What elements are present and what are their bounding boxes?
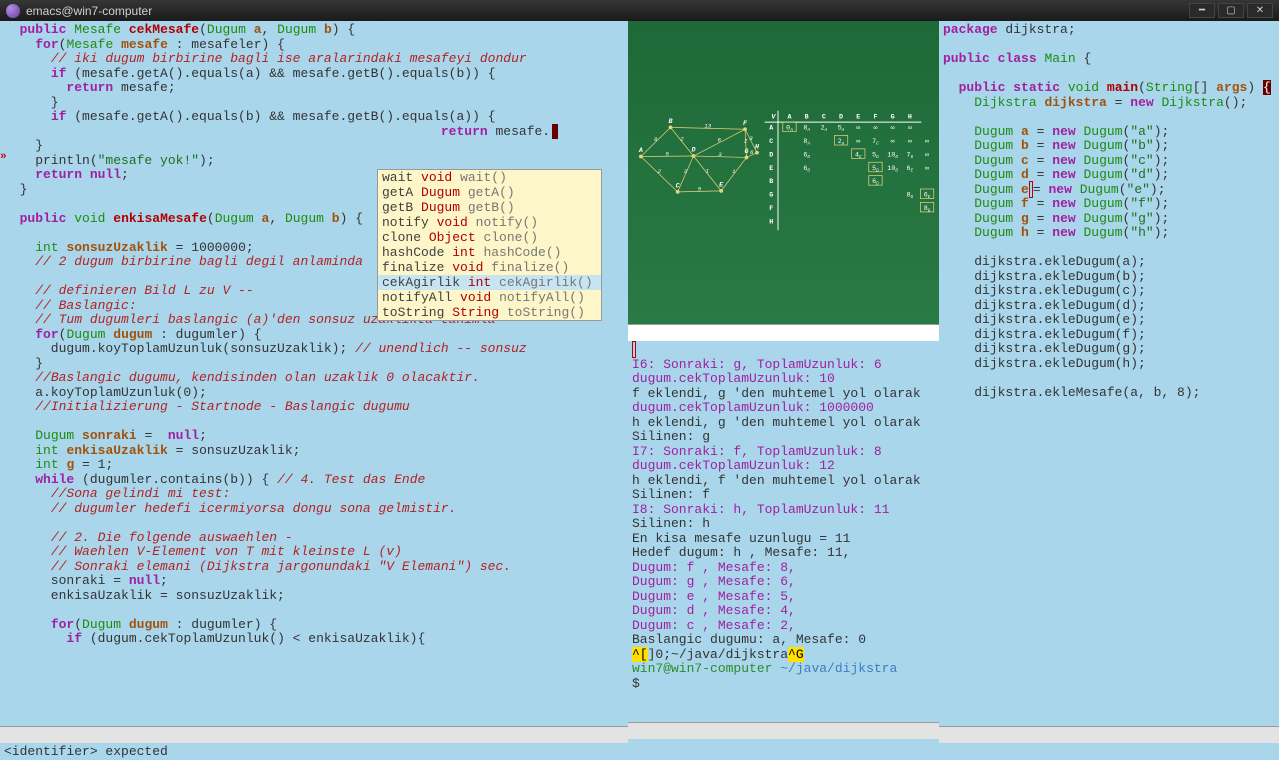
svg-text:8A: 8A	[803, 138, 810, 146]
code-editor-left[interactable]: public Mesafe cekMesafe(Dugum a, Dugum b…	[0, 21, 628, 649]
svg-text:7D: 7D	[907, 151, 914, 159]
svg-text:H: H	[769, 218, 773, 226]
svg-text:F: F	[873, 113, 877, 121]
completion-item[interactable]: notifyAll void notifyAll()	[378, 290, 601, 305]
minibuffer[interactable]: <identifier> expected	[0, 743, 1279, 760]
left-modeline: -(Unix)**- Dijkstra.java 22% (52,71) (Ja…	[0, 726, 628, 743]
svg-text:1: 1	[732, 168, 735, 175]
svg-text:H: H	[908, 113, 912, 121]
svg-text:∞: ∞	[908, 138, 912, 146]
window-title: emacs@win7-computer	[26, 4, 152, 18]
completion-item[interactable]: notify void notify()	[378, 215, 601, 230]
svg-text:6E: 6E	[907, 165, 914, 173]
svg-text:A: A	[769, 125, 773, 133]
svg-text:2: 2	[658, 168, 662, 175]
svg-text:∞: ∞	[891, 138, 895, 146]
svg-text:B: B	[769, 178, 773, 186]
svg-text:F: F	[769, 205, 773, 213]
svg-text:2: 2	[744, 137, 748, 144]
minimize-button[interactable]: ━	[1189, 3, 1215, 18]
svg-text:D: D	[769, 151, 773, 159]
svg-text:5D: 5D	[872, 151, 879, 159]
svg-text:8A: 8A	[803, 125, 810, 133]
svg-text:5A: 5A	[838, 125, 845, 133]
svg-text:7C: 7C	[872, 138, 879, 146]
svg-text:3: 3	[749, 135, 753, 142]
svg-text:∞: ∞	[925, 165, 929, 173]
window-controls: ━ ▢ ✕	[1189, 3, 1273, 18]
svg-text:B: B	[805, 113, 809, 121]
svg-text:2A: 2A	[821, 125, 828, 133]
titlebar: emacs@win7-computer ━ ▢ ✕	[0, 0, 1279, 21]
svg-text:H: H	[755, 143, 760, 151]
completion-item[interactable]: getB Dugum getB()	[378, 200, 601, 215]
emacs-icon	[6, 4, 20, 18]
svg-text:6D: 6D	[803, 165, 810, 173]
svg-text:6: 6	[718, 137, 722, 144]
svg-text:G: G	[744, 148, 748, 156]
completion-item[interactable]: clone Object clone()	[378, 230, 601, 245]
svg-text:∞: ∞	[856, 125, 860, 133]
svg-text:∞: ∞	[908, 125, 912, 133]
svg-text:8: 8	[654, 136, 658, 143]
svg-text:1: 1	[706, 168, 709, 175]
svg-text:6: 6	[750, 149, 754, 156]
svg-text:C: C	[769, 138, 773, 146]
svg-text:F: F	[743, 120, 748, 128]
completion-item[interactable]: hashCode int hashCode()	[378, 245, 601, 260]
code-editor-right[interactable]: package dijkstra; public class Main { pu…	[939, 21, 1279, 402]
completion-item[interactable]: wait void wait()	[378, 170, 601, 185]
svg-text:G: G	[891, 113, 895, 121]
svg-text:13: 13	[704, 122, 711, 129]
completion-item[interactable]: toString String toString()	[378, 305, 601, 320]
svg-text:2: 2	[680, 136, 684, 143]
svg-text:∞: ∞	[873, 125, 877, 133]
graph-modeline: (Unix)--- dijkstra_.png All (295,414) (I…	[628, 324, 939, 341]
svg-text:G: G	[769, 192, 773, 200]
svg-text:A: A	[787, 113, 791, 121]
graph-image-pane: 825213251631236ABCDEFGHVABCDEFGHA0A8A2A5…	[628, 21, 939, 324]
svg-text:∞: ∞	[891, 125, 895, 133]
svg-text:10D: 10D	[887, 151, 898, 159]
svg-text:5: 5	[665, 150, 669, 157]
svg-text:∞: ∞	[925, 138, 929, 146]
completion-item[interactable]: cekAgirlik int cekAgirlik()	[378, 275, 601, 290]
svg-text:C: C	[822, 113, 826, 121]
svg-text:6D: 6D	[803, 151, 810, 159]
svg-text:C: C	[676, 183, 680, 191]
completion-popup[interactable]: wait void wait()getA Dugum getA()getB Du…	[377, 169, 602, 321]
svg-text:10D: 10D	[887, 165, 898, 173]
fringe-arrow-icon: »	[0, 151, 7, 163]
svg-text:3: 3	[718, 151, 722, 158]
svg-text:D: D	[691, 147, 695, 155]
shell-modeline: U:**- *shell* Bot (48,0) (S	[628, 722, 939, 739]
svg-text:∞: ∞	[856, 138, 860, 146]
svg-text:E: E	[856, 113, 860, 121]
svg-text:2: 2	[684, 168, 688, 175]
close-button[interactable]: ✕	[1247, 3, 1273, 18]
svg-text:8G: 8G	[907, 192, 914, 200]
svg-text:A: A	[638, 147, 643, 155]
svg-text:B: B	[669, 118, 673, 126]
shell-pane[interactable]: I6: Sonraki: g, ToplamUzunluk: 6dugum.ce…	[628, 341, 939, 722]
right-modeline: -(Unix)**- Main.java Top (12,11)	[939, 726, 1279, 743]
svg-text:5: 5	[698, 185, 702, 192]
svg-text:V: V	[771, 113, 776, 121]
maximize-button[interactable]: ▢	[1218, 3, 1244, 18]
completion-item[interactable]: finalize void finalize()	[378, 260, 601, 275]
svg-text:E: E	[769, 165, 773, 173]
left-pane[interactable]: » public Mesafe cekMesafe(Dugum a, Dugum…	[0, 21, 628, 739]
completion-item[interactable]: getA Dugum getA()	[378, 185, 601, 200]
svg-text:∞: ∞	[925, 151, 929, 159]
right-pane[interactable]: package dijkstra; public class Main { pu…	[939, 21, 1279, 739]
svg-text:D: D	[839, 113, 843, 121]
